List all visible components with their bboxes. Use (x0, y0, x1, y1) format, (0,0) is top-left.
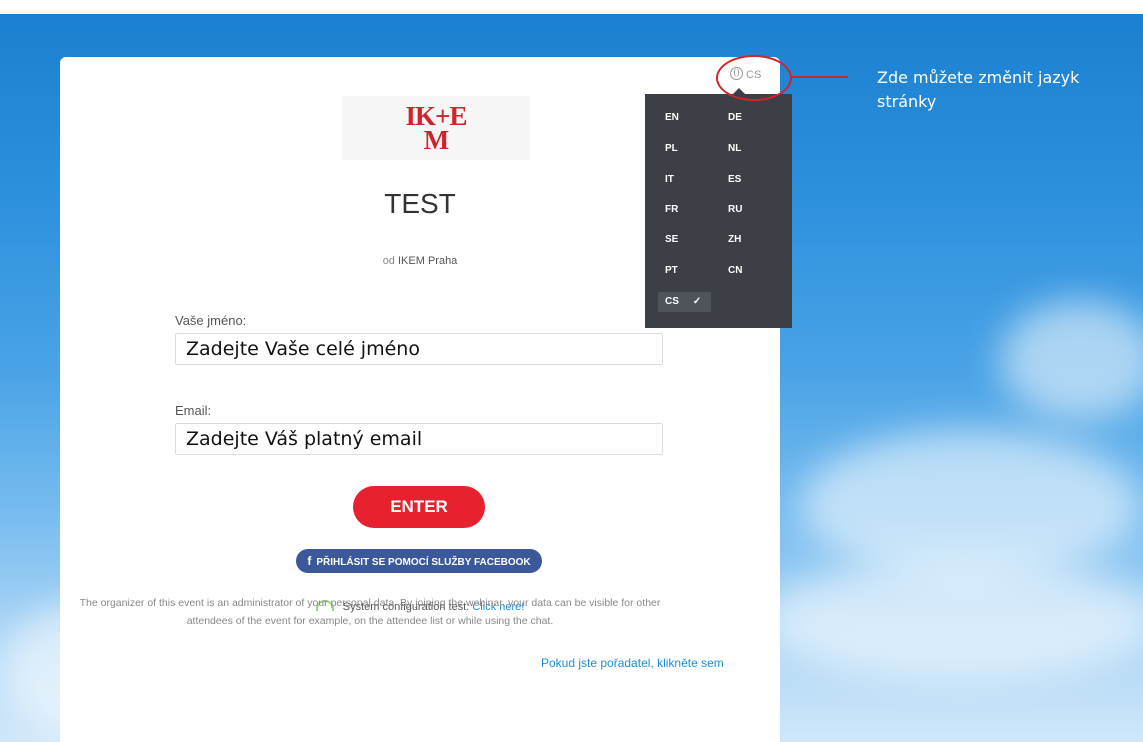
language-option-nl[interactable]: NL (728, 143, 741, 154)
cloud (800, 430, 1140, 580)
name-label: Vaše jméno: (175, 313, 247, 328)
language-option-se[interactable]: SE (665, 234, 678, 245)
language-dropdown: EN PL IT FR SE PT CS ✓ DE NL ES RU ZH CN (645, 88, 792, 328)
email-label: Email: (175, 403, 212, 418)
organizer-name: IKEM Praha (398, 255, 458, 267)
enter-button[interactable]: ENTER (353, 486, 485, 528)
name-input[interactable]: Zadejte Vaše celé jméno (175, 333, 663, 365)
language-option-fr[interactable]: FR (665, 204, 678, 215)
language-option-es[interactable]: ES (728, 174, 741, 185)
annotation-note: Zde můžete změnit jazyk stránky (877, 68, 1080, 111)
annotation-circle (716, 55, 792, 101)
event-logo: IK+E M (342, 96, 530, 160)
logo-line-2: M (423, 125, 450, 155)
facebook-login-button[interactable]: f PŘIHLÁSIT SE POMOCÍ SLUŽBY FACEBOOK (296, 549, 542, 573)
language-option-it[interactable]: IT (665, 174, 674, 185)
email-input[interactable]: Zadejte Váš platný email (175, 423, 663, 455)
organizer-login-link[interactable]: Pokud jste pořadatel, klikněte sem (541, 656, 724, 670)
annotation-line (792, 76, 848, 78)
facebook-login-label: PŘIHLÁSIT SE POMOCÍ SLUŽBY FACEBOOK (316, 557, 531, 568)
language-option-en[interactable]: EN (665, 112, 679, 123)
top-strip (0, 0, 1143, 14)
language-option-ru[interactable]: RU (728, 204, 742, 215)
privacy-disclaimer: The organizer of this event is an admini… (79, 597, 661, 627)
language-option-cn[interactable]: CN (728, 265, 742, 276)
check-icon: ✓ (692, 296, 702, 307)
facebook-icon: f (307, 554, 312, 568)
cloud (1000, 300, 1143, 420)
language-option-cs-label: CS (665, 296, 679, 307)
cloud (760, 560, 1143, 680)
language-option-cs[interactable]: CS ✓ (658, 292, 712, 312)
language-option-zh[interactable]: ZH (728, 234, 741, 245)
language-option-de[interactable]: DE (728, 112, 742, 123)
language-option-pt[interactable]: PT (665, 265, 678, 276)
organizer-prefix: od (382, 255, 395, 267)
language-option-pl[interactable]: PL (665, 143, 678, 154)
